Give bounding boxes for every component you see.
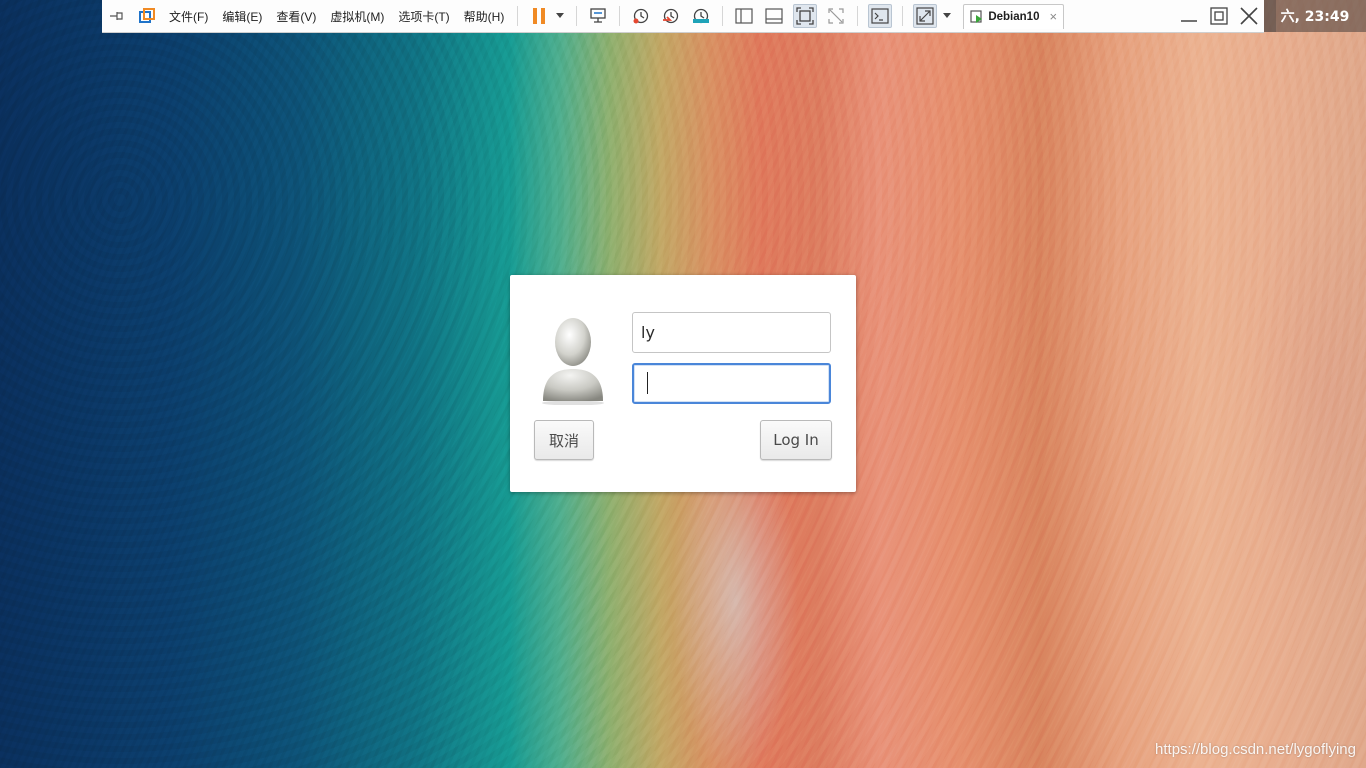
guest-clock[interactable]: 六, 23:49: [1264, 0, 1366, 32]
revert-snapshot-icon[interactable]: [660, 5, 682, 27]
cancel-button[interactable]: 取消: [534, 420, 594, 460]
pause-icon[interactable]: [528, 5, 550, 27]
toolbar-separator: [722, 6, 724, 26]
fit-guest-icon[interactable]: [793, 4, 818, 28]
watermark: https://blog.csdn.net/lygoflying: [1155, 741, 1356, 758]
toolbar-separator: [517, 6, 519, 26]
tab-close-icon[interactable]: ×: [1049, 9, 1057, 24]
unity-icon[interactable]: [825, 5, 847, 27]
password-field[interactable]: [632, 363, 831, 404]
vm-toolbar: 文件(F) 编辑(E) 查看(V) 虚拟机(M) 选项卡(T) 帮助(H) De…: [102, 0, 1264, 33]
username-field[interactable]: [632, 312, 831, 353]
thumbnail-view-icon[interactable]: [763, 5, 785, 27]
toolbar-separator: [857, 6, 859, 26]
user-avatar-icon: [540, 313, 606, 406]
menu-file[interactable]: 文件(F): [162, 8, 215, 25]
menu-edit[interactable]: 编辑(E): [215, 8, 269, 25]
vmware-logo-icon: [136, 5, 158, 27]
menu-tabs[interactable]: 选项卡(T): [391, 8, 456, 25]
send-ctrl-alt-del-icon[interactable]: [587, 5, 609, 27]
vm-running-icon: [970, 9, 984, 24]
toolbar-separator: [619, 6, 621, 26]
snapshot-icon[interactable]: [630, 5, 652, 27]
fullscreen-icon[interactable]: [913, 4, 938, 28]
pin-icon[interactable]: [106, 5, 128, 27]
snapshot-manager-icon[interactable]: [690, 5, 712, 27]
dropdown-icon[interactable]: [941, 5, 953, 27]
text-cursor: [647, 372, 648, 394]
menu-view[interactable]: 查看(V): [269, 8, 323, 25]
dropdown-icon[interactable]: [554, 5, 566, 27]
close-icon[interactable]: [1234, 0, 1264, 32]
tab-label: Debian10: [988, 10, 1040, 23]
library-view-icon[interactable]: [733, 5, 755, 27]
login-button[interactable]: Log In: [760, 420, 832, 460]
menu-help[interactable]: 帮助(H): [457, 8, 512, 25]
login-dialog: 取消 Log In: [510, 275, 856, 492]
console-icon[interactable]: [868, 4, 893, 28]
toolbar-separator: [576, 6, 578, 26]
toolbar-separator: [902, 6, 904, 26]
minimize-icon[interactable]: [1174, 0, 1204, 32]
menu-vm[interactable]: 虚拟机(M): [323, 8, 391, 25]
window-controls: [1174, 0, 1264, 32]
restore-icon[interactable]: [1204, 0, 1234, 32]
tab-debian10[interactable]: Debian10 ×: [963, 3, 1065, 29]
